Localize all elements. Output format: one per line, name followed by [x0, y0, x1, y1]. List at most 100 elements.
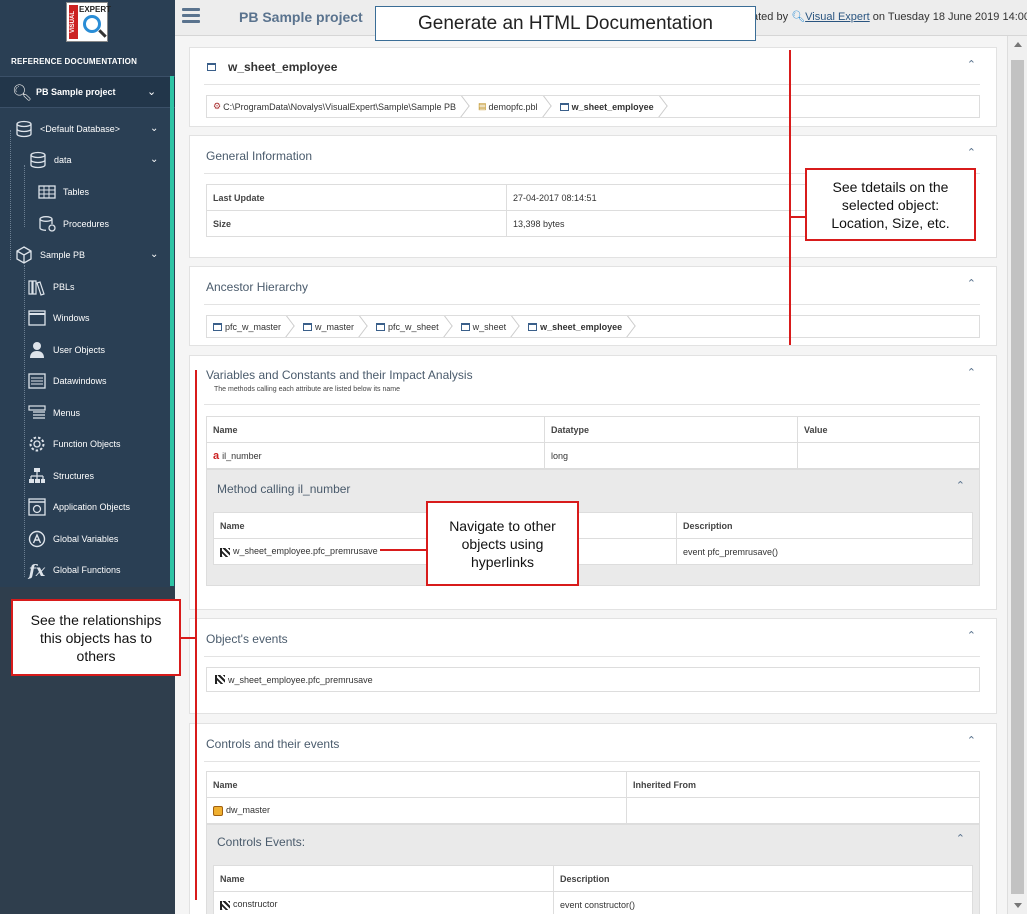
sidebar-item-sample-pb[interactable]: Sample PB [14, 243, 85, 267]
chevron-down-icon: ⌄ [147, 86, 157, 98]
datawindow-icon [27, 372, 47, 390]
project-selector[interactable]: 🔍︎ PB Sample project ⌄ [0, 76, 175, 108]
event-flag-icon [220, 547, 230, 557]
callout-connector [789, 50, 791, 345]
ancestor-chain: pfc_w_master w_master pfc_w_sheet w_shee… [206, 315, 980, 338]
sidebar-item-tables[interactable]: Tables [37, 180, 89, 204]
column-header: Name [206, 771, 627, 798]
controls-title: Controls and their events [206, 737, 340, 751]
table-row: w_sheet_employee.pfc_premrusave event pf… [213, 538, 973, 565]
column-header: Value [797, 416, 980, 443]
column-header: Description [676, 512, 973, 539]
column-header: Inherited From [626, 771, 980, 798]
variables-table: Name Datatype Value a il_number long [206, 416, 980, 469]
table-header-row: Name Inherited From [206, 771, 980, 798]
control-inherited [626, 797, 980, 824]
circle-a-icon [27, 530, 47, 548]
table-grid-icon [37, 183, 57, 201]
collapse-chevron-icon[interactable]: ⌃ [967, 146, 976, 159]
variable-name-cell[interactable]: a il_number [206, 442, 545, 469]
sidebar-item-application-objects[interactable]: Application Objects [27, 495, 130, 519]
control-event-cell[interactable]: constructor [213, 891, 554, 914]
ancestor-item[interactable]: pfc_w_sheet [368, 316, 453, 337]
ancestor-item[interactable]: pfc_w_master [207, 316, 295, 337]
sidebar-item-label: Sample PB [40, 250, 86, 260]
sidebar-item-structures[interactable]: Structures [27, 464, 94, 488]
variable-datatype: long [544, 442, 798, 469]
visual-expert-link[interactable]: Visual Expert [805, 11, 870, 23]
method-description: event pfc_premrusave() [676, 538, 973, 565]
sidebar-item-datawindows[interactable]: Datawindows [27, 369, 107, 393]
controls-panel: Controls and their events ⌃ Name Inherit… [189, 723, 997, 914]
breadcrumb-item[interactable]: ⚙ C:\ProgramData\Novalys\VisualExpert\Sam… [207, 96, 470, 117]
collapse-chevron-icon[interactable]: ⌃ [956, 479, 965, 492]
window-icon [528, 322, 538, 331]
datawindow-control-icon [213, 805, 223, 816]
controls-events-table: Name Description constructor event const… [213, 865, 973, 914]
sidebar-item-label: User Objects [53, 345, 106, 355]
window-icon [303, 322, 313, 331]
ancestor-label: w_sheet_employee [540, 321, 623, 332]
sidebar: VISUAL EXPERT REFERENCE DOCUMENTATION 🔍︎… [0, 0, 175, 914]
callout-connector [380, 549, 428, 551]
collapse-chevron-icon[interactable]: ⌃ [967, 629, 976, 642]
controls-events-title: Controls Events: [217, 835, 306, 849]
sidebar-item-windows[interactable]: Windows [27, 306, 90, 330]
ancestor-item[interactable]: w_sheet_employee [520, 316, 636, 337]
chevron-down-icon[interactable]: ⌄ [150, 123, 158, 134]
collapse-chevron-icon[interactable]: ⌃ [967, 277, 976, 290]
ancestor-label: pfc_w_master [225, 321, 282, 332]
application-icon [27, 498, 47, 516]
collapse-chevron-icon[interactable]: ⌃ [967, 734, 976, 747]
table-header-row: Name Datatype Value [206, 416, 980, 443]
sidebar-item-procedures[interactable]: Procedures [37, 212, 109, 236]
sidebar-item-global-variables[interactable]: Global Variables [27, 527, 118, 551]
sidebar-item-global-functions[interactable]: fx Global Functions [27, 558, 121, 582]
scroll-down-arrow-icon[interactable] [1014, 903, 1022, 908]
table-row: Size 13,398 bytes [206, 210, 806, 237]
control-name-cell[interactable]: dw_master [206, 797, 627, 824]
breadcrumb-item[interactable]: w_sheet_employee [552, 96, 668, 117]
folder-icon: ⚙ [213, 101, 222, 111]
column-header: Name [206, 416, 545, 443]
breadcrumb-item[interactable]: ▤ demopfc.pbl [470, 96, 552, 117]
collapse-chevron-icon[interactable]: ⌃ [956, 832, 965, 845]
collapse-chevron-icon[interactable]: ⌃ [967, 58, 976, 71]
scroll-up-arrow-icon[interactable] [1014, 42, 1022, 47]
sidebar-item-user-objects[interactable]: User Objects [27, 338, 105, 362]
event-flag-icon [215, 675, 225, 684]
sidebar-item-label: Windows [53, 313, 90, 323]
scrollbar-thumb[interactable] [1011, 60, 1024, 894]
general-info-table: Last Update 27-04-2017 08:14:51 Size 13,… [206, 184, 806, 237]
books-icon [27, 278, 47, 296]
generate-html-callout: Generate an HTML Documentation [375, 6, 756, 41]
sidebar-item-menus[interactable]: Menus [27, 401, 80, 425]
object-title: w_sheet_employee [228, 60, 338, 74]
breadcrumb-label: demopfc.pbl [488, 101, 538, 112]
breadcrumb-label: w_sheet_employee [571, 101, 654, 112]
menu-icon [27, 404, 47, 422]
table-row: dw_master [206, 797, 980, 824]
hamburger-menu-icon[interactable] [182, 8, 200, 23]
collapse-chevron-icon[interactable]: ⌃ [967, 366, 976, 379]
sidebar-item-pbls[interactable]: PBLs [27, 275, 75, 299]
table-header-row: Name Description [213, 512, 973, 539]
page-title: PB Sample project [239, 9, 363, 25]
ancestor-item[interactable]: w_sheet [453, 316, 521, 337]
credits-date: on Tuesday 18 June 2019 14:00 [872, 11, 1027, 23]
ancestor-item[interactable]: w_master [295, 316, 368, 337]
ancestor-label: w_sheet [472, 321, 507, 332]
chevron-down-icon[interactable]: ⌄ [150, 249, 158, 260]
sidebar-item-label: Function Objects [53, 439, 121, 449]
sidebar-item-label: Procedures [63, 219, 110, 229]
vertical-scrollbar[interactable] [1007, 36, 1027, 914]
event-list-item[interactable]: w_sheet_employee.pfc_premrusave [206, 667, 980, 692]
window-icon [559, 102, 569, 111]
sidebar-item-data[interactable]: data [28, 148, 72, 172]
callout-connector [195, 370, 197, 900]
relationships-callout: See the relationships this objects has t… [11, 599, 181, 676]
sidebar-item-default-database[interactable]: <Default Database> [14, 117, 120, 141]
visual-expert-logo[interactable]: VISUAL EXPERT [66, 2, 111, 42]
sidebar-item-function-objects[interactable]: Function Objects [27, 432, 121, 456]
chevron-down-icon[interactable]: ⌄ [150, 154, 158, 165]
